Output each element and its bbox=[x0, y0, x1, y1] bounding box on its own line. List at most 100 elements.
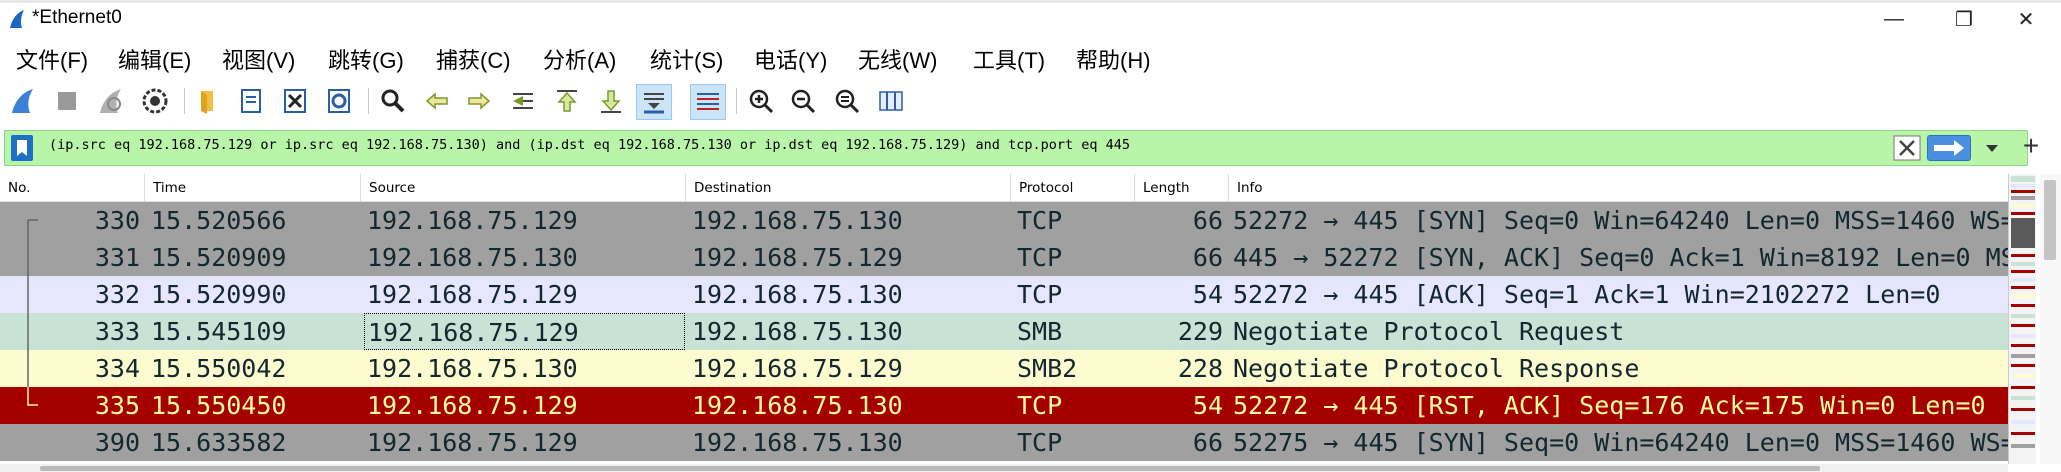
horizontal-scroll-thumb[interactable] bbox=[40, 466, 1820, 471]
column-header-source[interactable]: Source bbox=[361, 174, 686, 202]
packet-row-selected[interactable]: 335 15.550450 192.168.75.129 192.168.75.… bbox=[0, 387, 2008, 424]
packet-minimap[interactable] bbox=[2008, 174, 2036, 464]
packet-row[interactable]: 390 15.633582 192.168.75.129 192.168.75.… bbox=[0, 424, 2008, 461]
packet-info: 445 → 52272 [SYN, ACK] Seq=0 Ack=1 Win=8… bbox=[1233, 243, 2008, 272]
packet-no: 330 bbox=[94, 206, 140, 235]
first-packet-icon[interactable] bbox=[550, 84, 584, 118]
title-bar-top-line bbox=[0, 0, 2061, 3]
menu-help[interactable]: 帮助(H) bbox=[1076, 43, 1151, 75]
column-header-destination[interactable]: Destination bbox=[686, 174, 1011, 202]
display-filter-input[interactable]: (ip.src eq 192.168.75.129 or ip.src eq 1… bbox=[49, 137, 1130, 153]
packet-time: 15.520990 bbox=[151, 280, 287, 309]
packet-info: 52275 → 445 [SYN] Seq=0 Win=64240 Len=0 … bbox=[1233, 428, 2008, 457]
packet-row[interactable]: 331 15.520909 192.168.75.130 192.168.75.… bbox=[0, 239, 2008, 276]
normal-size-icon[interactable] bbox=[830, 84, 864, 118]
conversation-line bbox=[18, 202, 38, 239]
zoom-in-icon[interactable] bbox=[744, 84, 778, 118]
packet-protocol: TCP bbox=[1017, 206, 1063, 235]
restart-fin-icon[interactable] bbox=[94, 84, 128, 118]
column-header-no[interactable]: No. bbox=[0, 174, 145, 202]
packet-source: 192.168.75.129 bbox=[367, 391, 578, 420]
packet-row[interactable]: 330 15.520566 192.168.75.129 192.168.75.… bbox=[0, 202, 2008, 239]
packet-length: 54 bbox=[1192, 391, 1223, 420]
filter-bookmark-icon[interactable] bbox=[11, 135, 33, 161]
wireshark-app-icon bbox=[10, 10, 24, 28]
menu-tools[interactable]: 工具(T) bbox=[973, 43, 1045, 75]
packet-destination: 192.168.75.130 bbox=[692, 206, 903, 235]
save-file-icon[interactable] bbox=[234, 84, 268, 118]
go-forward-arrow-icon[interactable] bbox=[462, 84, 496, 118]
menu-file[interactable]: 文件(F) bbox=[16, 43, 88, 75]
packet-info: 52272 → 445 [ACK] Seq=1 Ack=1 Win=210227… bbox=[1233, 280, 1941, 309]
packet-length: 66 bbox=[1192, 243, 1223, 272]
packet-source: 192.168.75.130 bbox=[367, 243, 578, 272]
menu-edit[interactable]: 编辑(E) bbox=[118, 43, 191, 75]
colorize-icon[interactable] bbox=[690, 84, 726, 120]
vertical-scroll-thumb[interactable] bbox=[2044, 180, 2056, 260]
packet-no: 335 bbox=[94, 391, 140, 420]
zoom-out-icon[interactable] bbox=[786, 84, 820, 118]
last-packet-icon[interactable] bbox=[594, 84, 628, 118]
packet-no: 333 bbox=[94, 317, 140, 346]
menu-wireless[interactable]: 无线(W) bbox=[858, 43, 937, 75]
column-header-info[interactable]: Info bbox=[1229, 174, 2008, 202]
apply-arrow-icon[interactable] bbox=[1927, 135, 1971, 161]
autoscroll-icon[interactable] bbox=[636, 84, 672, 120]
packet-length: 66 bbox=[1192, 206, 1223, 235]
menu-statistics[interactable]: 统计(S) bbox=[650, 43, 723, 75]
title-bar: *Ethernet0 — ❐ ✕ bbox=[0, 0, 2061, 38]
menu-capture[interactable]: 捕获(C) bbox=[436, 43, 511, 75]
column-header-length[interactable]: Length bbox=[1135, 174, 1229, 202]
packet-source: 192.168.75.130 bbox=[367, 354, 578, 383]
resize-columns-icon[interactable] bbox=[874, 84, 908, 118]
packet-source: 192.168.75.129 bbox=[367, 206, 578, 235]
column-header-protocol[interactable]: Protocol bbox=[1011, 174, 1135, 202]
add-filter-button[interactable]: + bbox=[2016, 128, 2046, 164]
close-button[interactable]: ✕ bbox=[1996, 4, 2056, 34]
conversation-line bbox=[18, 350, 38, 387]
toolbar-separator bbox=[184, 88, 185, 114]
menu-go[interactable]: 跳转(G) bbox=[328, 43, 404, 75]
menu-view[interactable]: 视图(V) bbox=[222, 43, 295, 75]
menu-analyze[interactable]: 分析(A) bbox=[543, 43, 616, 75]
menu-telephony[interactable]: 电话(Y) bbox=[754, 43, 827, 75]
conversation-line bbox=[18, 239, 38, 276]
minimize-button[interactable]: — bbox=[1864, 4, 1924, 34]
filter-history-dropdown-icon[interactable] bbox=[1977, 135, 2007, 161]
window-title: *Ethernet0 bbox=[32, 7, 122, 28]
close-file-icon[interactable] bbox=[278, 84, 312, 118]
packet-time: 15.550450 bbox=[151, 391, 287, 420]
packet-row[interactable]: 332 15.520990 192.168.75.129 192.168.75.… bbox=[0, 276, 2008, 313]
find-magnifier-icon[interactable] bbox=[376, 84, 410, 118]
column-header-time[interactable]: Time bbox=[145, 174, 361, 202]
packet-row[interactable]: 334 15.550042 192.168.75.130 192.168.75.… bbox=[0, 350, 2008, 387]
packet-list-header: No. Time Source Destination Protocol Len… bbox=[0, 174, 2008, 202]
shark-fin-start-icon[interactable] bbox=[6, 84, 40, 118]
capture-options-gear-icon[interactable] bbox=[138, 84, 172, 118]
packet-time: 15.550042 bbox=[151, 354, 287, 383]
reload-icon[interactable] bbox=[322, 84, 356, 118]
packet-row[interactable]: 333 15.545109 192.168.75.129 192.168.75.… bbox=[0, 313, 2008, 350]
packet-length: 54 bbox=[1192, 280, 1223, 309]
clear-x-icon[interactable] bbox=[1893, 135, 1921, 161]
conversation-line bbox=[18, 313, 38, 350]
packet-no: 331 bbox=[94, 243, 140, 272]
packet-time: 15.520566 bbox=[151, 206, 287, 235]
packet-destination: 192.168.75.130 bbox=[692, 317, 903, 346]
toolbar-separator bbox=[736, 88, 737, 114]
packet-info: Negotiate Protocol Response bbox=[1233, 354, 1640, 383]
go-to-packet-icon[interactable] bbox=[506, 84, 540, 118]
restore-button[interactable]: ❐ bbox=[1934, 4, 1994, 34]
open-folder-icon[interactable] bbox=[190, 84, 224, 118]
packet-no: 390 bbox=[94, 428, 140, 457]
packet-source-focused[interactable]: 192.168.75.129 bbox=[364, 313, 685, 350]
packet-destination: 192.168.75.129 bbox=[692, 354, 903, 383]
packet-info: 52272 → 445 [RST, ACK] Seq=176 Ack=175 W… bbox=[1233, 391, 1986, 420]
packet-info: 52272 → 445 [SYN] Seq=0 Win=64240 Len=0 … bbox=[1233, 206, 2008, 235]
packet-destination: 192.168.75.129 bbox=[692, 243, 903, 272]
packet-length: 228 bbox=[1177, 354, 1223, 383]
packet-protocol: TCP bbox=[1017, 391, 1063, 420]
stop-square-icon[interactable] bbox=[50, 84, 84, 118]
packet-destination: 192.168.75.130 bbox=[692, 428, 903, 457]
go-back-arrow-icon[interactable] bbox=[420, 84, 454, 118]
